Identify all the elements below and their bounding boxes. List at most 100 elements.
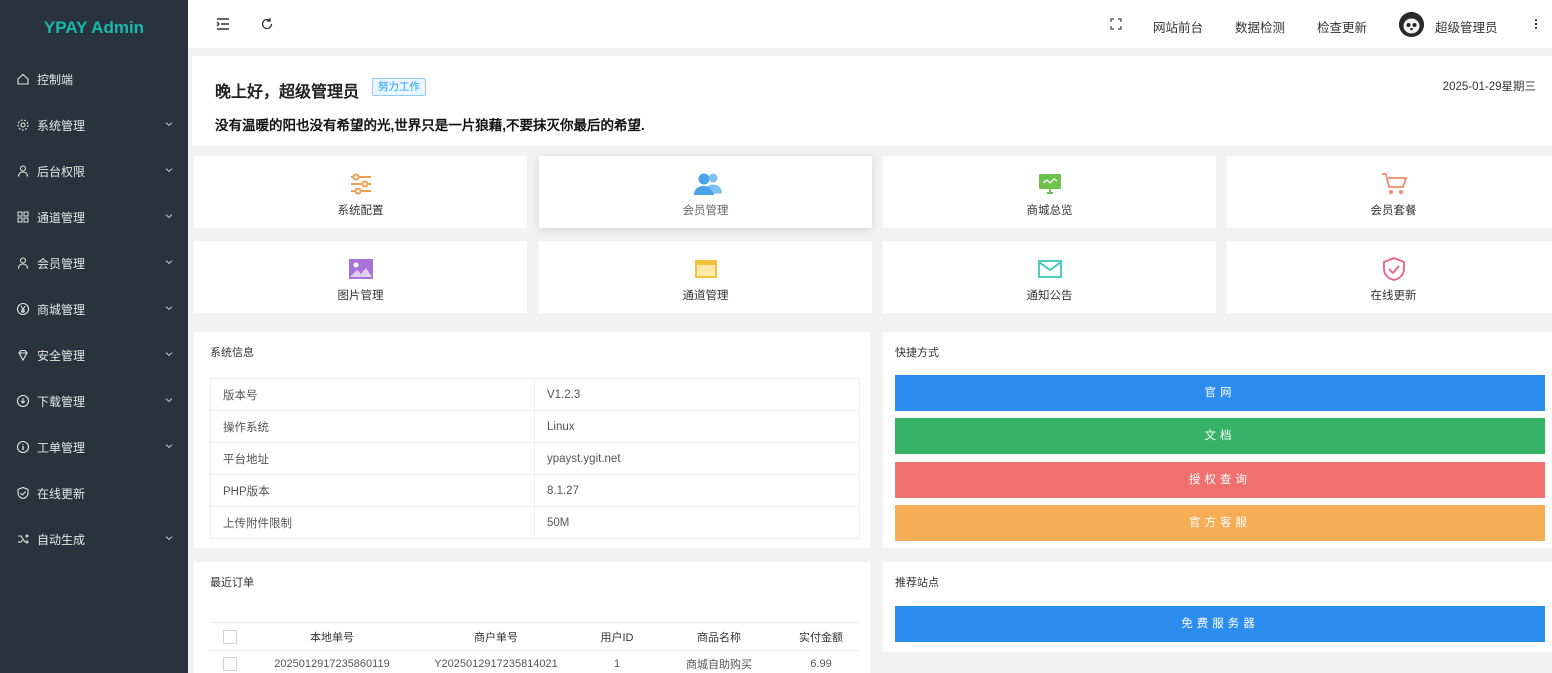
orders-table: 本地单号 商户单号 用户ID 商品名称 实付金额 202501291723586… (210, 622, 860, 673)
info-value: Linux (534, 410, 860, 443)
chevron-down-icon (164, 533, 174, 543)
shortcut-card-system-config[interactable]: 系统配置 (194, 156, 527, 228)
sidebar: YPAY Admin 控制端系统管理后台权限 通道管理会员管理商城管理安全管理下载… (0, 0, 188, 673)
panel-title: 系统信息 (210, 347, 254, 359)
shortcut-card-online-update[interactable]: 在线更新 (1227, 241, 1552, 313)
shortcut-label: 会员管理 (682, 205, 729, 217)
sidebar-item-5[interactable]: 商城管理 (0, 286, 188, 332)
user-icon (16, 164, 30, 178)
column-header: 用户ID (578, 622, 656, 651)
more-vertical-icon[interactable] (1528, 16, 1544, 32)
shortcut-label: 商城总览 (1026, 205, 1073, 217)
shortcut-label: 通道管理 (682, 290, 729, 302)
gear-icon (16, 118, 30, 132)
quick-links-panel: 快捷方式 官网 文档 授权查询 官方客服 (883, 332, 1552, 548)
sidebar-item-4[interactable]: 会员管理 (0, 240, 188, 286)
sidebar-item-label: 自动生成 (37, 532, 86, 547)
info-value: 50M (534, 506, 860, 539)
greeting-quote: 没有温暖的阳也没有希望的光,世界只是一片狼藉,不要抹灭你最后的希望. (215, 118, 645, 133)
sliders-icon (347, 171, 375, 197)
sidebar-item-1[interactable]: 系统管理 (0, 102, 188, 148)
table-row: 操作系统 Linux (210, 410, 860, 443)
panel-title: 推荐站点 (895, 577, 939, 589)
sidebar-item-label: 安全管理 (37, 348, 86, 363)
sidebar-item-label: 会员管理 (37, 256, 86, 271)
sidebar-item-6[interactable]: 安全管理 (0, 332, 188, 378)
header-link-data-check[interactable]: 数据检测 (1235, 17, 1285, 36)
menu-fold-icon[interactable] (215, 16, 231, 32)
shield-icon (1380, 256, 1408, 282)
chevron-down-icon (164, 211, 174, 221)
shortcut-card-member-manage[interactable]: 会员管理 (539, 156, 872, 228)
shield-check-icon (16, 486, 30, 500)
app-logo[interactable]: YPAY Admin (0, 0, 188, 56)
recent-orders-panel: 最近订单 本地单号 商户单号 用户ID 商品名称 实付金额 2025012917… (194, 562, 870, 673)
fullscreen-icon[interactable] (1108, 16, 1124, 32)
shortcut-label: 在线更新 (1370, 290, 1417, 302)
chevron-down-icon (164, 257, 174, 267)
table-row[interactable]: 2025012917235860119 Y2025012917235814021… (210, 650, 860, 673)
table-row: 平台地址 ypayst.ygit.net (210, 442, 860, 475)
refresh-icon[interactable] (259, 16, 275, 32)
info-key: 版本号 (210, 378, 535, 411)
shortcut-card-notice[interactable]: 通知公告 (883, 241, 1216, 313)
users-icon (692, 171, 722, 197)
chevron-down-icon (164, 119, 174, 129)
quick-button-docs[interactable]: 文档 (895, 418, 1545, 454)
header-user-name[interactable]: 超级管理员 (1435, 17, 1498, 36)
greeting-panel: 晚上好，超级管理员 努力工作 2025-01-29星期三 没有温暖的阳也没有希望… (192, 56, 1552, 146)
select-all-checkbox[interactable] (223, 629, 237, 644)
sidebar-item-9[interactable]: 在线更新 (0, 470, 188, 516)
chevron-down-icon (164, 395, 174, 405)
shortcut-card-member-package[interactable]: 会员套餐 (1227, 156, 1552, 228)
cell-user-id: 1 (578, 650, 656, 673)
info-key: 操作系统 (210, 410, 535, 443)
cell-product-name: 商城自助购买 (656, 650, 782, 673)
sidebar-item-2[interactable]: 后台权限 (0, 148, 188, 194)
info-key: PHP版本 (210, 474, 535, 507)
sidebar-nav: 控制端系统管理后台权限 通道管理会员管理商城管理安全管理下载管理工单管理在线更新自… (0, 56, 188, 562)
quick-button-support[interactable]: 官方客服 (895, 505, 1545, 541)
shortcut-label: 会员套餐 (1370, 205, 1417, 217)
recommend-button-free-server[interactable]: 免费服务器 (895, 606, 1545, 642)
window-icon (692, 256, 720, 282)
recommended-sites-panel: 推荐站点 免费服务器 (883, 562, 1552, 652)
panel-title: 最近订单 (210, 577, 254, 589)
avatar[interactable] (1399, 12, 1424, 37)
shortcut-card-image-manage[interactable]: 图片管理 (194, 241, 527, 313)
info-value: ypayst.ygit.net (534, 442, 860, 475)
table-header-row: 本地单号 商户单号 用户ID 商品名称 实付金额 (210, 622, 860, 651)
row-checkbox[interactable] (223, 656, 237, 671)
cell-merchant-order-no: Y2025012917235814021 (414, 650, 578, 673)
greeting-title: 晚上好，超级管理员 (215, 84, 360, 101)
info-key: 平台地址 (210, 442, 535, 475)
sidebar-item-label: 工单管理 (37, 440, 86, 455)
shortcut-card-channel-manage[interactable]: 通道管理 (539, 241, 872, 313)
top-header: 网站前台 数据检测 检查更新 超级管理员 (188, 0, 1552, 48)
quick-button-website[interactable]: 官网 (895, 375, 1545, 411)
sidebar-item-8[interactable]: 工单管理 (0, 424, 188, 470)
info-value: 8.1.27 (534, 474, 860, 507)
chevron-down-icon (164, 165, 174, 175)
info-value: V1.2.3 (534, 378, 860, 411)
shortcut-card-mall-overview[interactable]: 商城总览 (883, 156, 1216, 228)
monitor-icon (1036, 171, 1064, 197)
column-header: 商户单号 (414, 622, 578, 651)
cart-icon (1380, 171, 1408, 197)
sidebar-item-3[interactable]: 通道管理 (0, 194, 188, 240)
header-link-frontend[interactable]: 网站前台 (1153, 17, 1203, 36)
sidebar-item-label: 系统管理 (37, 118, 86, 133)
sidebar-item-10[interactable]: 自动生成 (0, 516, 188, 562)
shortcut-label: 图片管理 (337, 290, 384, 302)
quick-button-license-query[interactable]: 授权查询 (895, 462, 1545, 498)
column-header: 商品名称 (656, 622, 782, 651)
image-icon (347, 256, 375, 282)
status-badge: 努力工作 (372, 78, 426, 96)
system-info-table: 版本号 V1.2.3 操作系统 Linux 平台地址 ypayst.ygit.net PHP… (210, 378, 860, 539)
header-link-check-update[interactable]: 检查更新 (1317, 17, 1367, 36)
sidebar-item-7[interactable]: 下载管理 (0, 378, 188, 424)
sidebar-item-label: 在线更新 (37, 486, 86, 501)
sidebar-item-0[interactable]: 控制端 (0, 56, 188, 102)
column-header: 本地单号 (250, 622, 414, 651)
chevron-down-icon (164, 349, 174, 359)
